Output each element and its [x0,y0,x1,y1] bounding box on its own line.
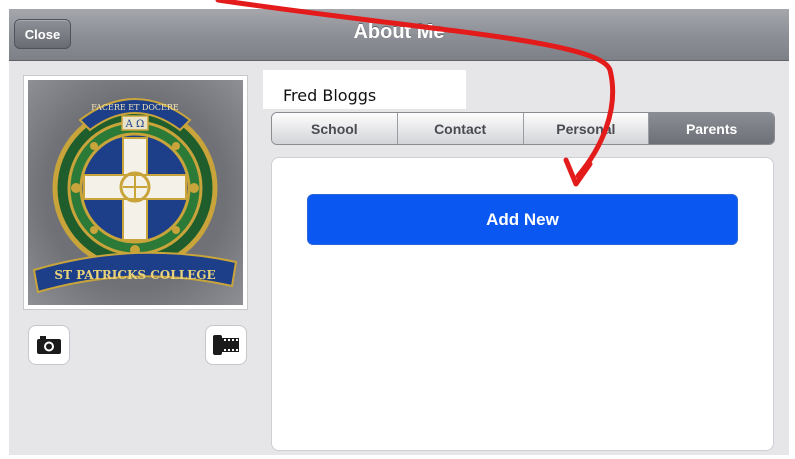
crest-symbols: A Ω [125,119,145,130]
tab-personal[interactable]: Personal [523,113,650,144]
title-bar: Close About Me [9,9,789,61]
segmented-tabs: School Contact Personal Parents [271,112,775,145]
tab-contact[interactable]: Contact [397,113,524,144]
crest-banner: ST PATRICKS COLLEGE [54,268,215,282]
tab-school[interactable]: School [272,113,398,144]
crest-motto: FACERE ET DOCERE [91,103,179,112]
name-field: Fred Bloggs [263,70,466,109]
camera-button[interactable] [28,325,70,365]
camera-icon [37,336,61,354]
school-crest-logo: FACERE ET DOCERE A Ω ST PATRICKS COLLEGE [28,80,243,305]
page-title: About Me [353,21,445,43]
film-roll-icon [213,335,239,355]
add-new-button[interactable]: Add New [307,194,738,245]
profile-photo: FACERE ET DOCERE A Ω ST PATRICKS COLLEGE [23,75,248,310]
photo-library-button[interactable] [205,325,247,365]
app-window: Close About Me FACERE ET DOCERE A Ω ST P… [9,9,789,455]
profile-name: Fred Bloggs [283,86,377,105]
tab-parents[interactable]: Parents [649,113,774,144]
